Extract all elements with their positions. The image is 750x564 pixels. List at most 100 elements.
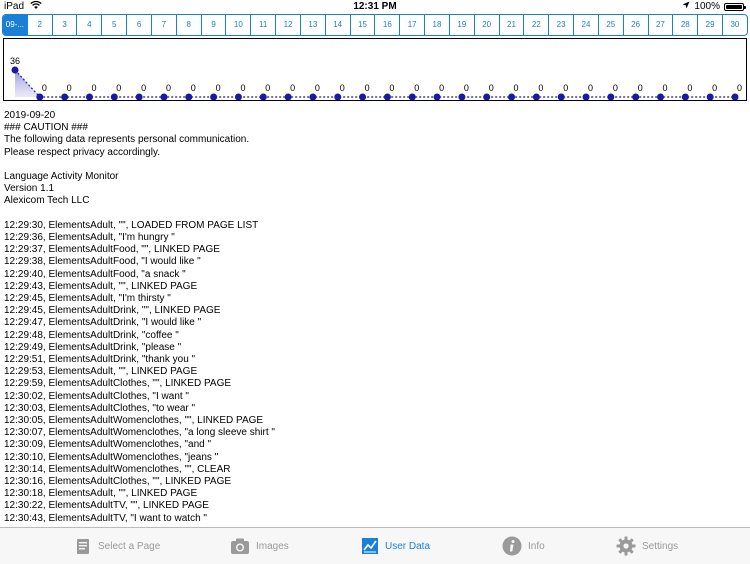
day-tab-25[interactable]: 25 xyxy=(599,15,624,35)
day-tab-3[interactable]: 3 xyxy=(53,15,78,35)
chart-line xyxy=(14,69,735,98)
day-tab-21[interactable]: 21 xyxy=(500,15,525,35)
log-line: 12:29:47, ElementsAdultDrink, "I would l… xyxy=(4,317,202,329)
chart-data-label: 0 xyxy=(315,83,320,93)
chart-point xyxy=(309,93,317,100)
tab-settings-label: Settings xyxy=(642,540,679,552)
chart-data-label: 0 xyxy=(563,83,568,93)
chart-data-label: 0 xyxy=(439,83,444,93)
chart-data-label: 0 xyxy=(737,83,742,93)
battery-icon xyxy=(724,3,746,11)
page-list-icon xyxy=(74,537,92,555)
day-tab-24[interactable]: 24 xyxy=(574,15,599,35)
tab-images[interactable]: Images xyxy=(230,528,289,564)
activity-log[interactable]: 2019-09-20 ### CAUTION ### The following d… xyxy=(4,110,744,526)
day-tab-6[interactable]: 6 xyxy=(127,15,152,35)
chart-data-label: 0 xyxy=(365,83,370,93)
chart-data-label: 0 xyxy=(67,83,72,93)
day-tab-2[interactable]: 2 xyxy=(28,15,53,35)
day-tab-11[interactable]: 11 xyxy=(251,15,277,35)
chart-data-label: 0 xyxy=(638,83,643,93)
day-tab-17[interactable]: 17 xyxy=(400,15,426,35)
log-line: 12:29:36, ElementsAdult, "I'm hungry " xyxy=(4,232,175,243)
log-line: 12:30:09, ElementsAdultWomenclothes, "an… xyxy=(4,439,212,451)
log-line: 12:29:45, ElementsAdult, "I'm thirsty " xyxy=(4,293,171,305)
chart-data-label: 0 xyxy=(240,83,245,93)
day-tab-1[interactable]: 09-... xyxy=(3,15,28,35)
day-tab-12[interactable]: 12 xyxy=(276,15,301,35)
log-line: 12:30:05, ElementsAdultWomenclothes, "",… xyxy=(4,415,264,427)
day-tab-19[interactable]: 19 xyxy=(450,15,475,35)
chart-point xyxy=(532,93,540,100)
day-tab-27[interactable]: 27 xyxy=(649,15,674,35)
log-line: Please respect privacy accordingly. xyxy=(4,146,160,158)
log-line: 12:29:53, ElementsAdult, "", LINKED PAGE xyxy=(4,366,198,378)
camera-icon xyxy=(230,537,250,555)
day-tab-16[interactable]: 16 xyxy=(375,15,401,35)
day-tab-9[interactable]: 9 xyxy=(202,15,227,35)
log-line: 12:29:45, ElementsAdultDrink, "", LINKED… xyxy=(4,305,221,317)
chart-data-label: 0 xyxy=(191,83,196,93)
chart-data-label: 0 xyxy=(42,83,47,93)
chart-point xyxy=(383,93,391,100)
chart-data-label: 36 xyxy=(10,56,20,66)
day-tab-4[interactable]: 4 xyxy=(77,15,103,35)
day-tab-10[interactable]: 10 xyxy=(226,15,252,35)
chart-point xyxy=(681,93,689,100)
status-time: 12:31 PM xyxy=(353,1,397,12)
day-tab-8[interactable]: 8 xyxy=(177,15,202,35)
chart-point xyxy=(210,93,218,100)
day-tab-22[interactable]: 22 xyxy=(524,15,550,35)
day-tab-20[interactable]: 20 xyxy=(475,15,500,35)
chart-data-label: 0 xyxy=(141,83,146,93)
tab-user-data[interactable]: User Data xyxy=(361,528,430,564)
tab-images-label: Images xyxy=(256,540,289,552)
chart-point xyxy=(85,93,93,100)
log-line: Language Activity Monitor xyxy=(4,171,119,182)
chart-point xyxy=(433,93,441,100)
chart-data-label: 0 xyxy=(588,83,593,93)
chart-data-label: 0 xyxy=(464,83,469,93)
day-tab-14[interactable]: 14 xyxy=(326,15,351,35)
chart-data-label: 0 xyxy=(414,83,419,93)
chart-point xyxy=(657,93,665,100)
chart-data-label: 0 xyxy=(116,83,121,93)
day-tab-26[interactable]: 26 xyxy=(624,15,649,35)
day-tab-28[interactable]: 28 xyxy=(673,15,699,35)
log-line: 12:30:10, ElementsAdultWomenclothes, "je… xyxy=(4,451,219,463)
day-tab-29[interactable]: 29 xyxy=(698,15,724,35)
log-line: Version 1.1 xyxy=(4,183,55,195)
chart-data-label: 0 xyxy=(712,83,717,93)
tab-info[interactable]: Info xyxy=(502,528,545,564)
tab-select-page[interactable]: Select a Page xyxy=(74,528,160,564)
day-tab-15[interactable]: 15 xyxy=(351,15,376,35)
chart-data-label: 0 xyxy=(265,83,270,93)
log-line: 12:30:16, ElementsAdultClothes, "", LINK… xyxy=(4,476,232,488)
line-chart-icon xyxy=(361,537,379,555)
log-line: 12:30:18, ElementsAdult, "", LINKED PAGE xyxy=(4,488,198,500)
chart-point xyxy=(706,93,714,100)
day-tab-13[interactable]: 13 xyxy=(301,15,326,35)
day-tab-5[interactable]: 5 xyxy=(102,15,128,35)
log-line: 12:30:07, ElementsAdultWomenclothes, "a … xyxy=(4,427,275,439)
chart-point xyxy=(508,93,516,100)
day-selector: 09-... 2 3 4 5 6 7 8 9 10 11 12 13 14 15 16 17 18 19 20 21 22… xyxy=(2,14,748,36)
day-tab-30[interactable]: 30 xyxy=(723,15,747,35)
tab-settings[interactable]: Settings xyxy=(616,528,678,564)
log-line: 12:30:22, ElementsAdultTV, "", LINKED PA… xyxy=(4,500,209,512)
log-line: 2019-09-20 xyxy=(4,110,56,121)
chart-point xyxy=(259,93,267,100)
location-arrow-icon xyxy=(682,0,690,14)
chart-data-label: 0 xyxy=(290,83,295,93)
log-line: The following data represents personal c… xyxy=(4,134,250,146)
gear-icon xyxy=(616,536,636,556)
info-icon xyxy=(502,536,522,556)
day-tab-18[interactable]: 18 xyxy=(425,15,450,35)
chart-point xyxy=(234,93,242,100)
day-tab-7[interactable]: 7 xyxy=(152,15,177,35)
day-tab-23[interactable]: 23 xyxy=(549,15,575,35)
chart-point xyxy=(185,93,193,100)
activity-chart: 36 0 0 0 0 0 0 0 0 0 0 0 0 0 0 0 0 0 0 0 0 0 0 0 0 0 0 0 0 0 xyxy=(3,38,747,101)
chart-data-label: 0 xyxy=(514,83,519,93)
